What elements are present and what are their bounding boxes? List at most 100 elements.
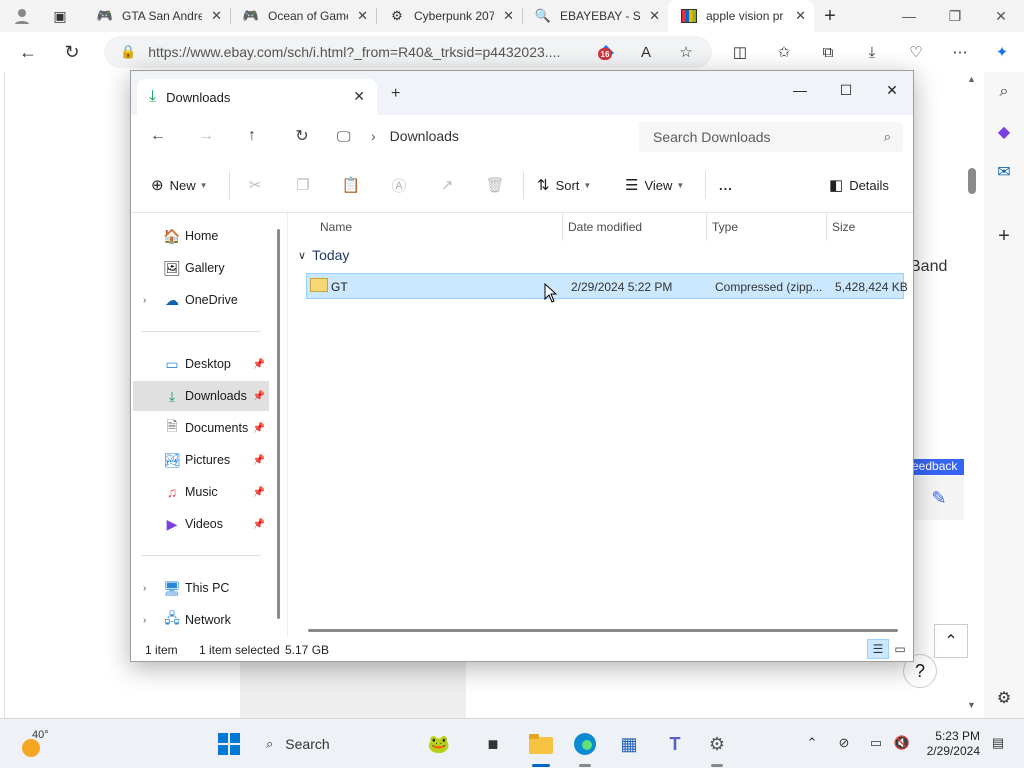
new-button[interactable]: ⊕ New ▼ [151, 173, 208, 197]
refresh-icon[interactable]: ↻ [287, 122, 317, 150]
minimize-icon[interactable]: — [886, 0, 932, 32]
view-button[interactable]: ☰ View ▼ [625, 173, 684, 197]
more-options-button[interactable]: ... [719, 173, 733, 197]
scroll-up-arrow-icon[interactable]: ▲ [967, 74, 976, 84]
taskbar-search[interactable]: ⌕ Search [256, 729, 406, 759]
store-icon[interactable]: ▦ [614, 729, 644, 759]
start-windows-icon[interactable] [214, 729, 244, 759]
sort-button[interactable]: ⇅ Sort ▼ [537, 173, 591, 197]
cut-icon[interactable]: ✂ [243, 173, 267, 197]
horizontal-scrollbar[interactable] [308, 629, 898, 632]
scroll-to-top-icon[interactable]: ⌃ [934, 624, 968, 658]
tab-actions-icon[interactable]: ▣ [44, 2, 76, 30]
performance-icon[interactable]: ♡ [902, 38, 930, 66]
sidebar-item-documents[interactable]: 🗎 Documents 📌 [133, 413, 269, 443]
copy-icon[interactable]: ❐ [291, 173, 315, 197]
column-header-type[interactable]: Type [712, 213, 738, 241]
back-icon[interactable]: ← [12, 38, 44, 66]
edge-icon[interactable] [570, 729, 600, 759]
volume-mute-icon[interactable]: 🔇 [892, 733, 912, 753]
file-explorer-icon[interactable] [526, 729, 556, 759]
explorer-tab-downloads[interactable]: ⤓ Downloads ✕ [137, 79, 377, 115]
column-header-date[interactable]: Date modified [568, 213, 642, 241]
sidebar-item-this-pc[interactable]: › 🖥 This PC [133, 573, 269, 603]
sidebar-item-downloads[interactable]: ⤓ Downloads 📌 [133, 381, 269, 411]
column-header-size[interactable]: Size [832, 213, 855, 241]
feedback-tab[interactable]: eedback [906, 459, 964, 475]
close-icon[interactable]: ✕ [649, 8, 660, 24]
outlook-icon[interactable]: ✉ [992, 160, 1016, 184]
rename-icon[interactable]: Ⓐ [387, 173, 411, 197]
monitor-icon[interactable]: 🖵 [337, 128, 355, 145]
network-off-icon[interactable]: ⊘ [834, 733, 854, 753]
close-window-icon[interactable]: ✕ [869, 75, 913, 105]
browser-tab-2[interactable]: 🎮 Ocean of Game ✕ [230, 0, 376, 32]
close-icon[interactable]: ✕ [357, 8, 368, 24]
chevron-down-icon[interactable]: ∨ [298, 249, 306, 262]
back-icon[interactable]: ← [143, 122, 173, 150]
sidebar-item-network[interactable]: › 🖧 Network [133, 605, 269, 635]
breadcrumb[interactable]: 🖵 › Downloads [337, 122, 627, 150]
search-icon[interactable]: ⌕ [992, 80, 1016, 104]
notifications-icon[interactable]: ▤ [988, 733, 1008, 753]
new-tab-icon[interactable]: + [814, 2, 846, 30]
details-button[interactable]: ◧ Details [829, 173, 889, 197]
column-divider[interactable] [706, 213, 707, 241]
sidebar-item-pictures[interactable]: 🏞 Pictures 📌 [133, 445, 269, 475]
column-header-name[interactable]: Name [320, 213, 352, 241]
close-icon[interactable]: ✕ [211, 8, 222, 24]
chevron-right-icon[interactable]: › [143, 295, 146, 306]
pin-icon[interactable]: 📌 [253, 487, 265, 498]
profile-avatar-icon[interactable] [6, 2, 38, 30]
sidebar-item-music[interactable]: ♫ Music 📌 [133, 477, 269, 507]
chevron-right-icon[interactable]: › [143, 615, 146, 626]
sidebar-item-home[interactable]: 🏠 Home [133, 221, 269, 251]
column-divider[interactable] [826, 213, 827, 241]
weather-widget[interactable]: 40° [20, 727, 60, 761]
restore-icon[interactable]: ❐ [932, 0, 978, 32]
pin-icon[interactable]: 📌 [253, 519, 265, 530]
paste-icon[interactable]: 📋 [339, 173, 363, 197]
maximize-icon[interactable]: ☐ [823, 75, 869, 105]
sidebar-item-desktop[interactable]: ▭ Desktop 📌 [133, 349, 269, 379]
navigation-scrollbar[interactable] [277, 229, 280, 619]
search-input[interactable]: Search Downloads ⌕ [639, 122, 903, 152]
favorite-star-icon[interactable]: ☆ [672, 38, 700, 66]
refresh-icon[interactable]: ↻ [56, 38, 88, 66]
sidebar-item-gallery[interactable]: 🖼 Gallery [133, 253, 269, 283]
tiles-view-icon[interactable]: ▭ [889, 639, 911, 659]
close-window-icon[interactable]: ✕ [978, 0, 1024, 32]
copilot-sidebar-icon[interactable]: ◆ [992, 120, 1016, 144]
add-sidebar-icon[interactable]: + [992, 224, 1016, 248]
settings-gear-icon[interactable]: ⚙ [702, 729, 732, 759]
more-menu-icon[interactable]: ⋯ [946, 38, 974, 66]
sidebar-item-onedrive[interactable]: › ☁ OneDrive [133, 285, 269, 315]
forward-icon[interactable]: → [191, 122, 221, 150]
copilot-icon[interactable]: ✦ [988, 38, 1016, 66]
breadcrumb-downloads[interactable]: Downloads [390, 128, 459, 144]
file-row-gt[interactable]: GT 2/29/2024 5:22 PM Compressed (zipp...… [306, 273, 908, 299]
display-icon[interactable]: ▭ [866, 733, 886, 753]
share-icon[interactable]: ↗ [435, 173, 459, 197]
downloads-icon[interactable]: ⤓ [858, 38, 886, 66]
pin-icon[interactable]: 📌 [253, 423, 265, 434]
task-view-icon[interactable]: ■ [478, 729, 508, 759]
browser-tab-1[interactable]: 🎮 GTA San Andre ✕ [84, 0, 230, 32]
teams-icon[interactable]: T [660, 729, 690, 759]
up-icon[interactable]: ↑ [237, 122, 267, 150]
frog-search-highlight-icon[interactable]: 🐸 [424, 729, 454, 759]
clock[interactable]: 5:23 PM 2/29/2024 [920, 729, 980, 759]
new-explorer-tab-icon[interactable]: + [391, 85, 400, 103]
read-aloud-icon[interactable]: A [632, 38, 660, 66]
browser-tab-4[interactable]: 🔍 EBAYEBAY - Se ✕ [522, 0, 668, 32]
sidebar-item-videos[interactable]: ▶ Videos 📌 [133, 509, 269, 539]
close-tab-icon[interactable]: ✕ [353, 88, 365, 105]
browser-tab-3[interactable]: ⚙ Cyberpunk 207 ✕ [376, 0, 522, 32]
address-bar[interactable]: 🔒 https://www.ebay.com/sch/i.html?_from=… [104, 36, 712, 68]
chevron-up-icon[interactable]: ⌃ [802, 733, 822, 753]
chevron-right-icon[interactable]: › [371, 128, 376, 144]
column-divider[interactable] [562, 213, 563, 241]
pin-icon[interactable]: 📌 [253, 391, 265, 402]
scrollbar-thumb[interactable] [968, 168, 976, 194]
pin-icon[interactable]: 📌 [253, 455, 265, 466]
